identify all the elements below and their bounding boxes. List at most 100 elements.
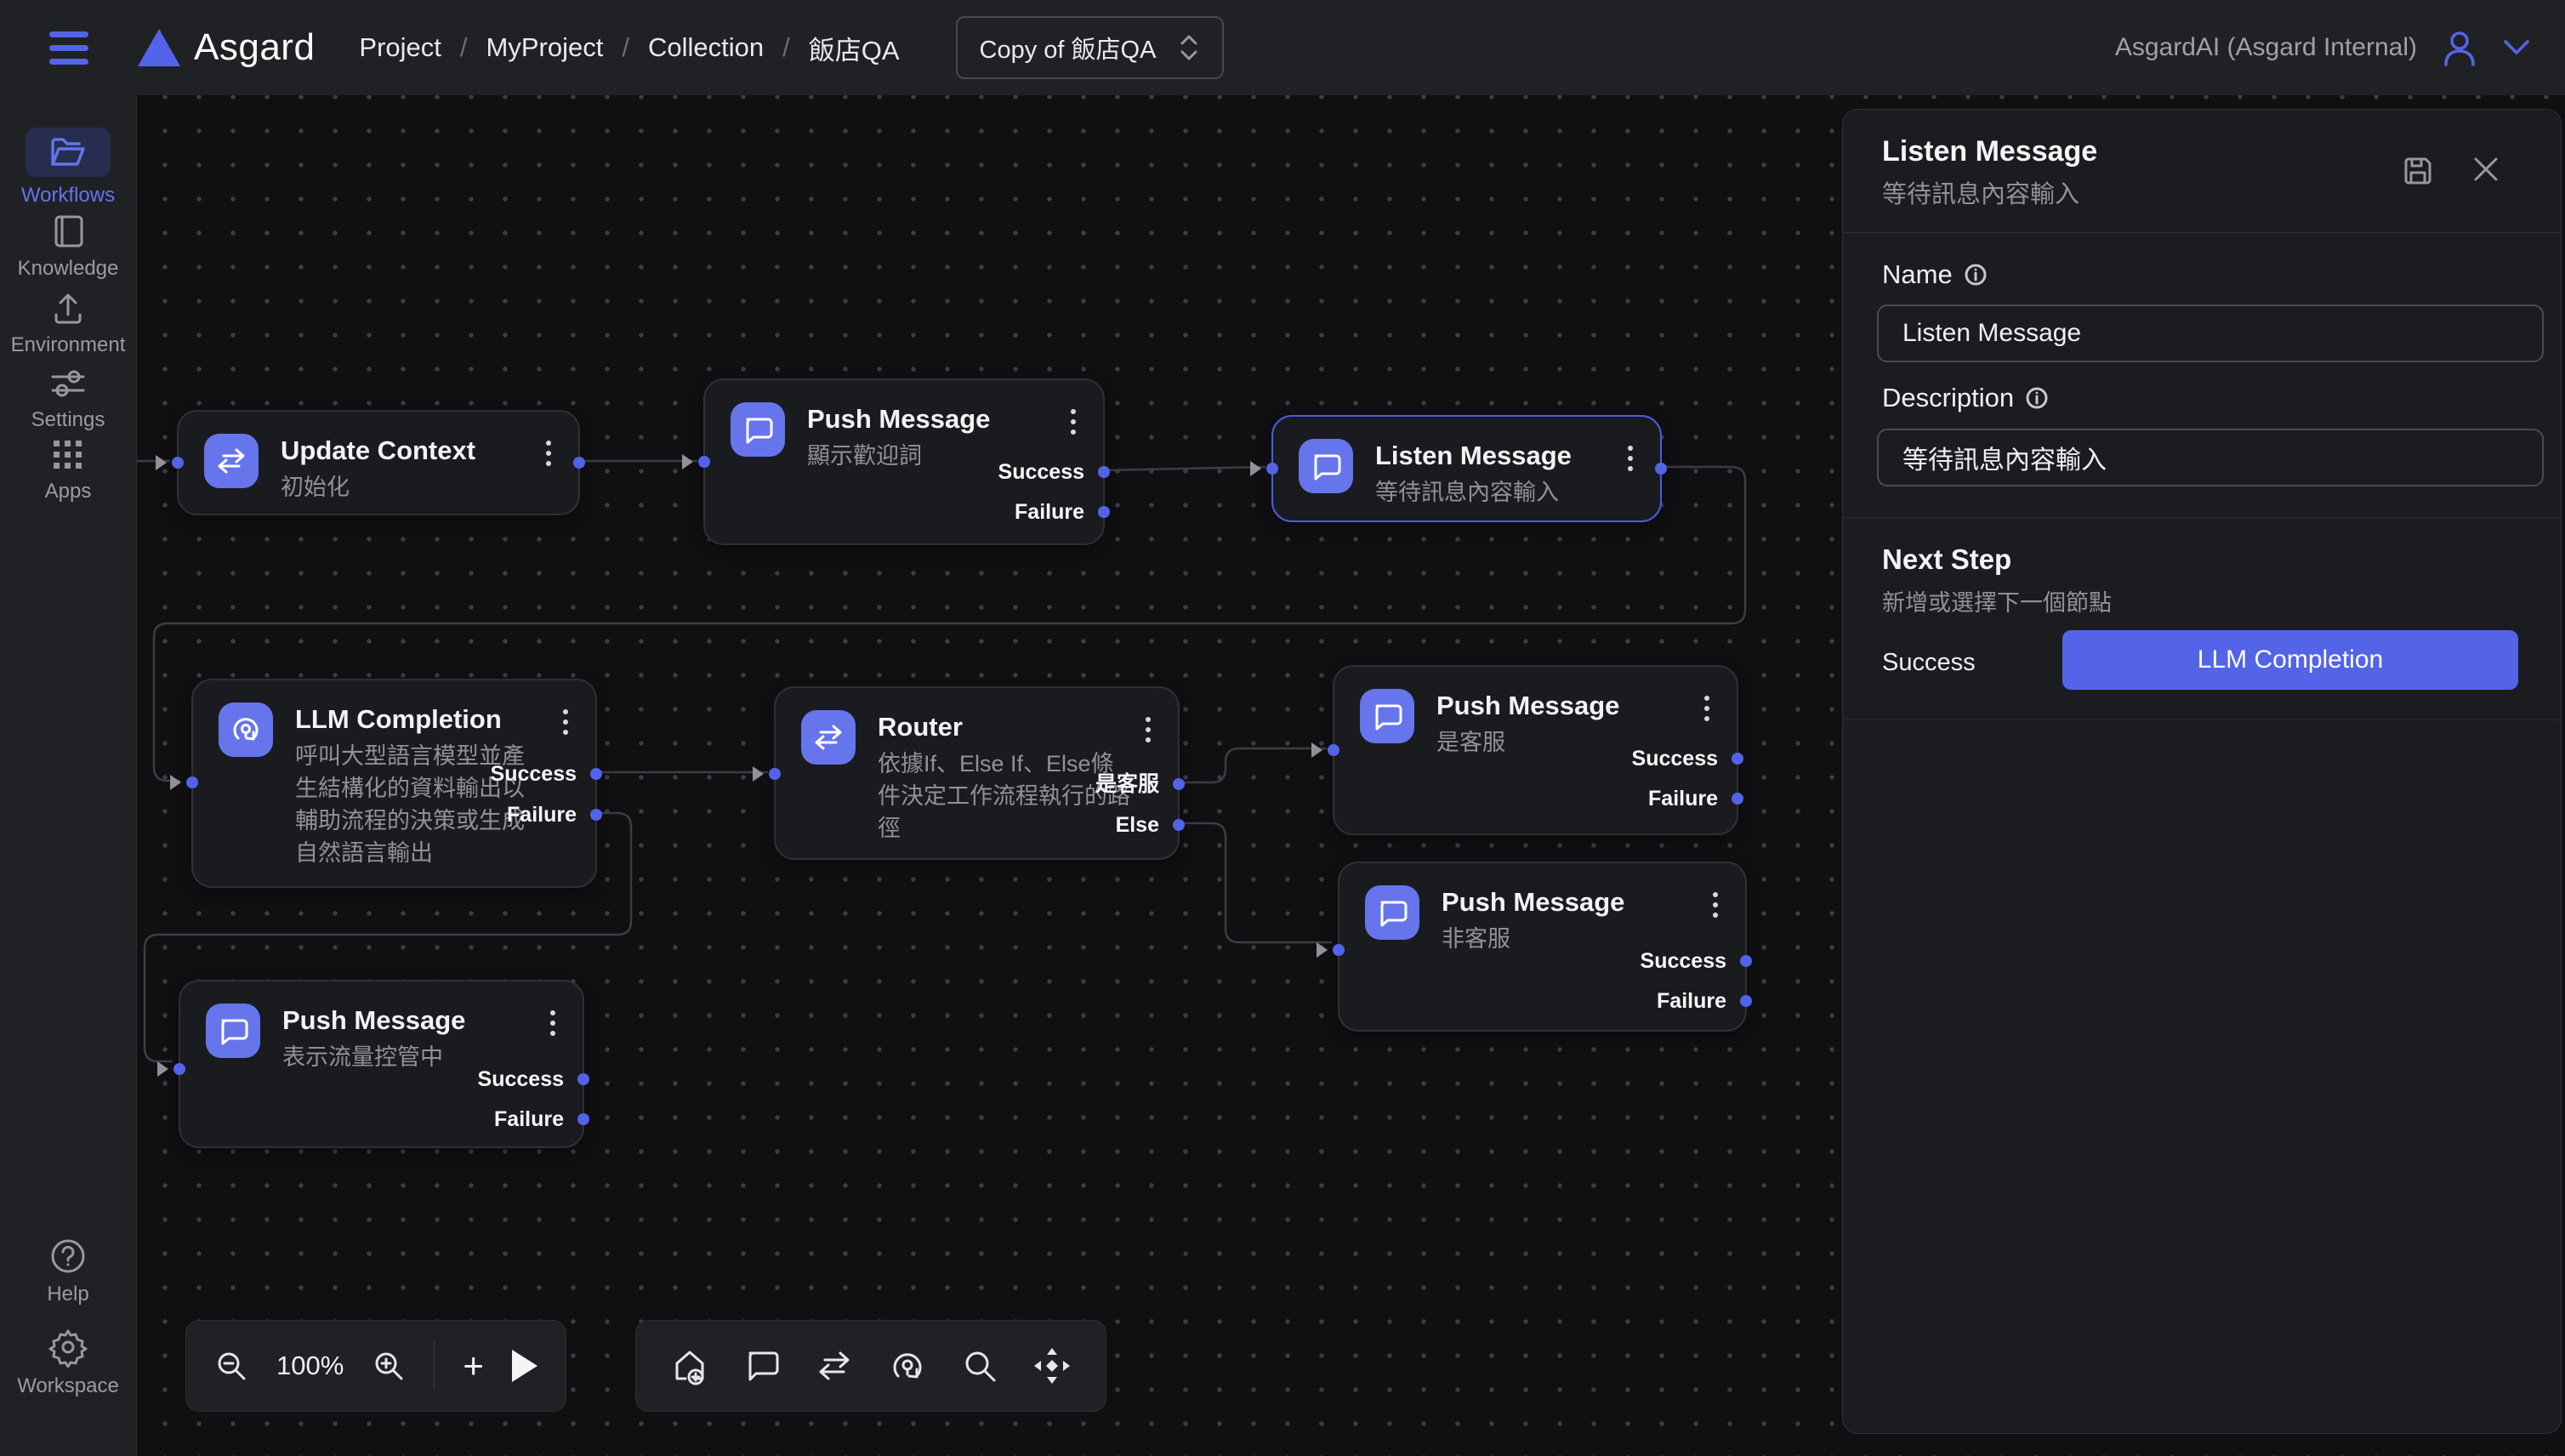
message-icon bbox=[731, 402, 785, 457]
node-menu-button[interactable] bbox=[1624, 442, 1636, 475]
workflow-version-select[interactable]: Copy of 飯店QA bbox=[956, 16, 1225, 79]
output-port-success[interactable] bbox=[1740, 955, 1752, 967]
output-port-else[interactable] bbox=[1173, 819, 1185, 831]
breadcrumb-workflow[interactable]: 飯店QA bbox=[809, 29, 900, 67]
edge-arrowhead-icon bbox=[682, 454, 693, 469]
chevron-down-icon[interactable] bbox=[2502, 38, 2531, 57]
search-button[interactable] bbox=[961, 1347, 998, 1385]
panel-divider bbox=[1843, 232, 2561, 233]
output-port-failure[interactable] bbox=[577, 1113, 589, 1125]
sliders-icon bbox=[48, 364, 88, 401]
zoom-out-button[interactable] bbox=[214, 1349, 248, 1383]
toolbar-divider bbox=[434, 1341, 435, 1391]
input-port[interactable] bbox=[173, 1063, 185, 1075]
close-icon[interactable] bbox=[2471, 154, 2501, 189]
breadcrumb-project[interactable]: Project bbox=[359, 32, 441, 63]
input-port[interactable] bbox=[1333, 944, 1345, 956]
add-llm-node-button[interactable] bbox=[888, 1346, 927, 1385]
next-step-row-label: Success bbox=[1882, 649, 1976, 677]
node-push-message-welcome[interactable]: Push Message 顯示歡迎詞 Success Failure bbox=[703, 378, 1105, 545]
input-port[interactable] bbox=[186, 776, 198, 788]
panel-title: Listen Message bbox=[1882, 135, 2097, 168]
next-step-target-button[interactable]: LLM Completion bbox=[2062, 630, 2518, 690]
node-update-context[interactable]: Update Context 初始化 bbox=[177, 410, 580, 515]
sidebar-item-environment[interactable]: Environment bbox=[0, 289, 136, 357]
output-port-failure[interactable] bbox=[1098, 506, 1110, 518]
description-label: Description bbox=[1882, 383, 2050, 413]
node-subtitle: 是客服 bbox=[1436, 726, 1619, 759]
node-menu-button[interactable] bbox=[560, 706, 572, 738]
input-port[interactable] bbox=[1266, 463, 1278, 475]
name-label: Name bbox=[1882, 259, 1988, 290]
node-listen-message[interactable]: Listen Message 等待訊息內容輸入 bbox=[1271, 415, 1662, 522]
output-label-success: Success bbox=[1632, 746, 1718, 771]
input-port[interactable] bbox=[769, 768, 781, 780]
output-port-success[interactable] bbox=[577, 1073, 589, 1085]
add-message-node-button[interactable] bbox=[743, 1348, 781, 1384]
panel-divider bbox=[1843, 719, 2561, 720]
node-title: Push Message bbox=[807, 402, 990, 436]
info-icon bbox=[2024, 385, 2050, 411]
book-icon bbox=[49, 213, 87, 250]
node-router[interactable]: Router 依據If、Else If、Else條件決定工作流程執行的路徑 是客… bbox=[774, 686, 1180, 860]
sidebar-item-knowledge[interactable]: Knowledge bbox=[0, 213, 136, 281]
output-label-failure: Failure bbox=[1015, 499, 1084, 525]
name-input[interactable] bbox=[1877, 304, 2544, 362]
node-menu-button[interactable] bbox=[1709, 889, 1721, 921]
save-button[interactable] bbox=[2401, 154, 2435, 192]
sidebar-item-apps[interactable]: Apps bbox=[0, 437, 136, 503]
output-port-failure[interactable] bbox=[1732, 793, 1743, 805]
node-subtitle: 等待訊息內容輸入 bbox=[1375, 476, 1572, 509]
edge-arrowhead-icon bbox=[1317, 942, 1328, 958]
sidebar-item-help[interactable]: Help bbox=[0, 1237, 136, 1306]
add-swap-node-button[interactable] bbox=[815, 1349, 854, 1383]
output-port-yes[interactable] bbox=[1173, 778, 1185, 790]
node-push-message-flow[interactable]: Push Message 表示流量控管中 Success Failure bbox=[179, 980, 584, 1148]
output-label-else: Else bbox=[1116, 812, 1159, 838]
node-push-message-yes[interactable]: Push Message 是客服 Success Failure bbox=[1333, 665, 1738, 835]
output-port-failure[interactable] bbox=[590, 809, 602, 821]
breadcrumb-myproject[interactable]: MyProject bbox=[486, 32, 604, 63]
node-menu-button[interactable] bbox=[1701, 692, 1713, 725]
add-button[interactable]: + bbox=[463, 1348, 484, 1384]
unfold-chevrons-icon bbox=[1178, 33, 1200, 62]
output-port[interactable] bbox=[573, 457, 585, 469]
output-label-success: Success bbox=[1641, 948, 1726, 974]
node-llm-completion[interactable]: LLM Completion 呼叫大型語言模型並產生結構化的資料輸出以輔助流程的… bbox=[191, 679, 597, 888]
fit-view-button[interactable] bbox=[1032, 1346, 1072, 1385]
panel-divider bbox=[1843, 517, 2561, 518]
input-port[interactable] bbox=[1328, 744, 1339, 756]
breadcrumb-collection[interactable]: Collection bbox=[648, 32, 764, 63]
node-menu-button[interactable] bbox=[1142, 714, 1154, 746]
input-port[interactable] bbox=[698, 456, 710, 468]
node-subtitle: 表示流量控管中 bbox=[282, 1041, 465, 1073]
input-port[interactable] bbox=[172, 457, 184, 469]
node-menu-button[interactable] bbox=[543, 437, 555, 469]
sidebar-item-workspace[interactable]: Workspace bbox=[0, 1327, 136, 1398]
menu-icon[interactable] bbox=[49, 31, 88, 65]
sidebar-item-settings[interactable]: Settings bbox=[0, 364, 136, 432]
zoom-level: 100% bbox=[276, 1351, 344, 1381]
account-name: AsgardAI (Asgard Internal) bbox=[2115, 33, 2417, 62]
output-port-success[interactable] bbox=[590, 768, 602, 780]
edge-arrowhead-icon bbox=[1311, 742, 1322, 758]
node-title: Update Context bbox=[281, 434, 475, 468]
node-menu-button[interactable] bbox=[1067, 406, 1079, 438]
output-port-failure[interactable] bbox=[1740, 995, 1752, 1007]
node-menu-button[interactable] bbox=[547, 1007, 559, 1039]
asgard-logo[interactable]: Asgard bbox=[138, 26, 315, 69]
llm-icon bbox=[219, 702, 273, 757]
sidebar-item-workflows[interactable]: Workflows bbox=[0, 128, 136, 208]
output-port[interactable] bbox=[1655, 463, 1667, 475]
output-port-success[interactable] bbox=[1732, 753, 1743, 765]
output-port-success[interactable] bbox=[1098, 466, 1110, 478]
add-home-node-button[interactable] bbox=[670, 1346, 709, 1385]
node-push-message-no[interactable]: Push Message 非客服 Success Failure bbox=[1338, 862, 1747, 1032]
user-icon[interactable] bbox=[2439, 27, 2480, 68]
description-input[interactable] bbox=[1877, 429, 2544, 486]
run-button[interactable] bbox=[512, 1350, 537, 1382]
zoom-in-button[interactable] bbox=[372, 1349, 406, 1383]
folder-icon bbox=[26, 128, 111, 177]
app-root: Asgard Project / MyProject / Collection … bbox=[0, 0, 2565, 1456]
message-icon bbox=[206, 1004, 260, 1058]
